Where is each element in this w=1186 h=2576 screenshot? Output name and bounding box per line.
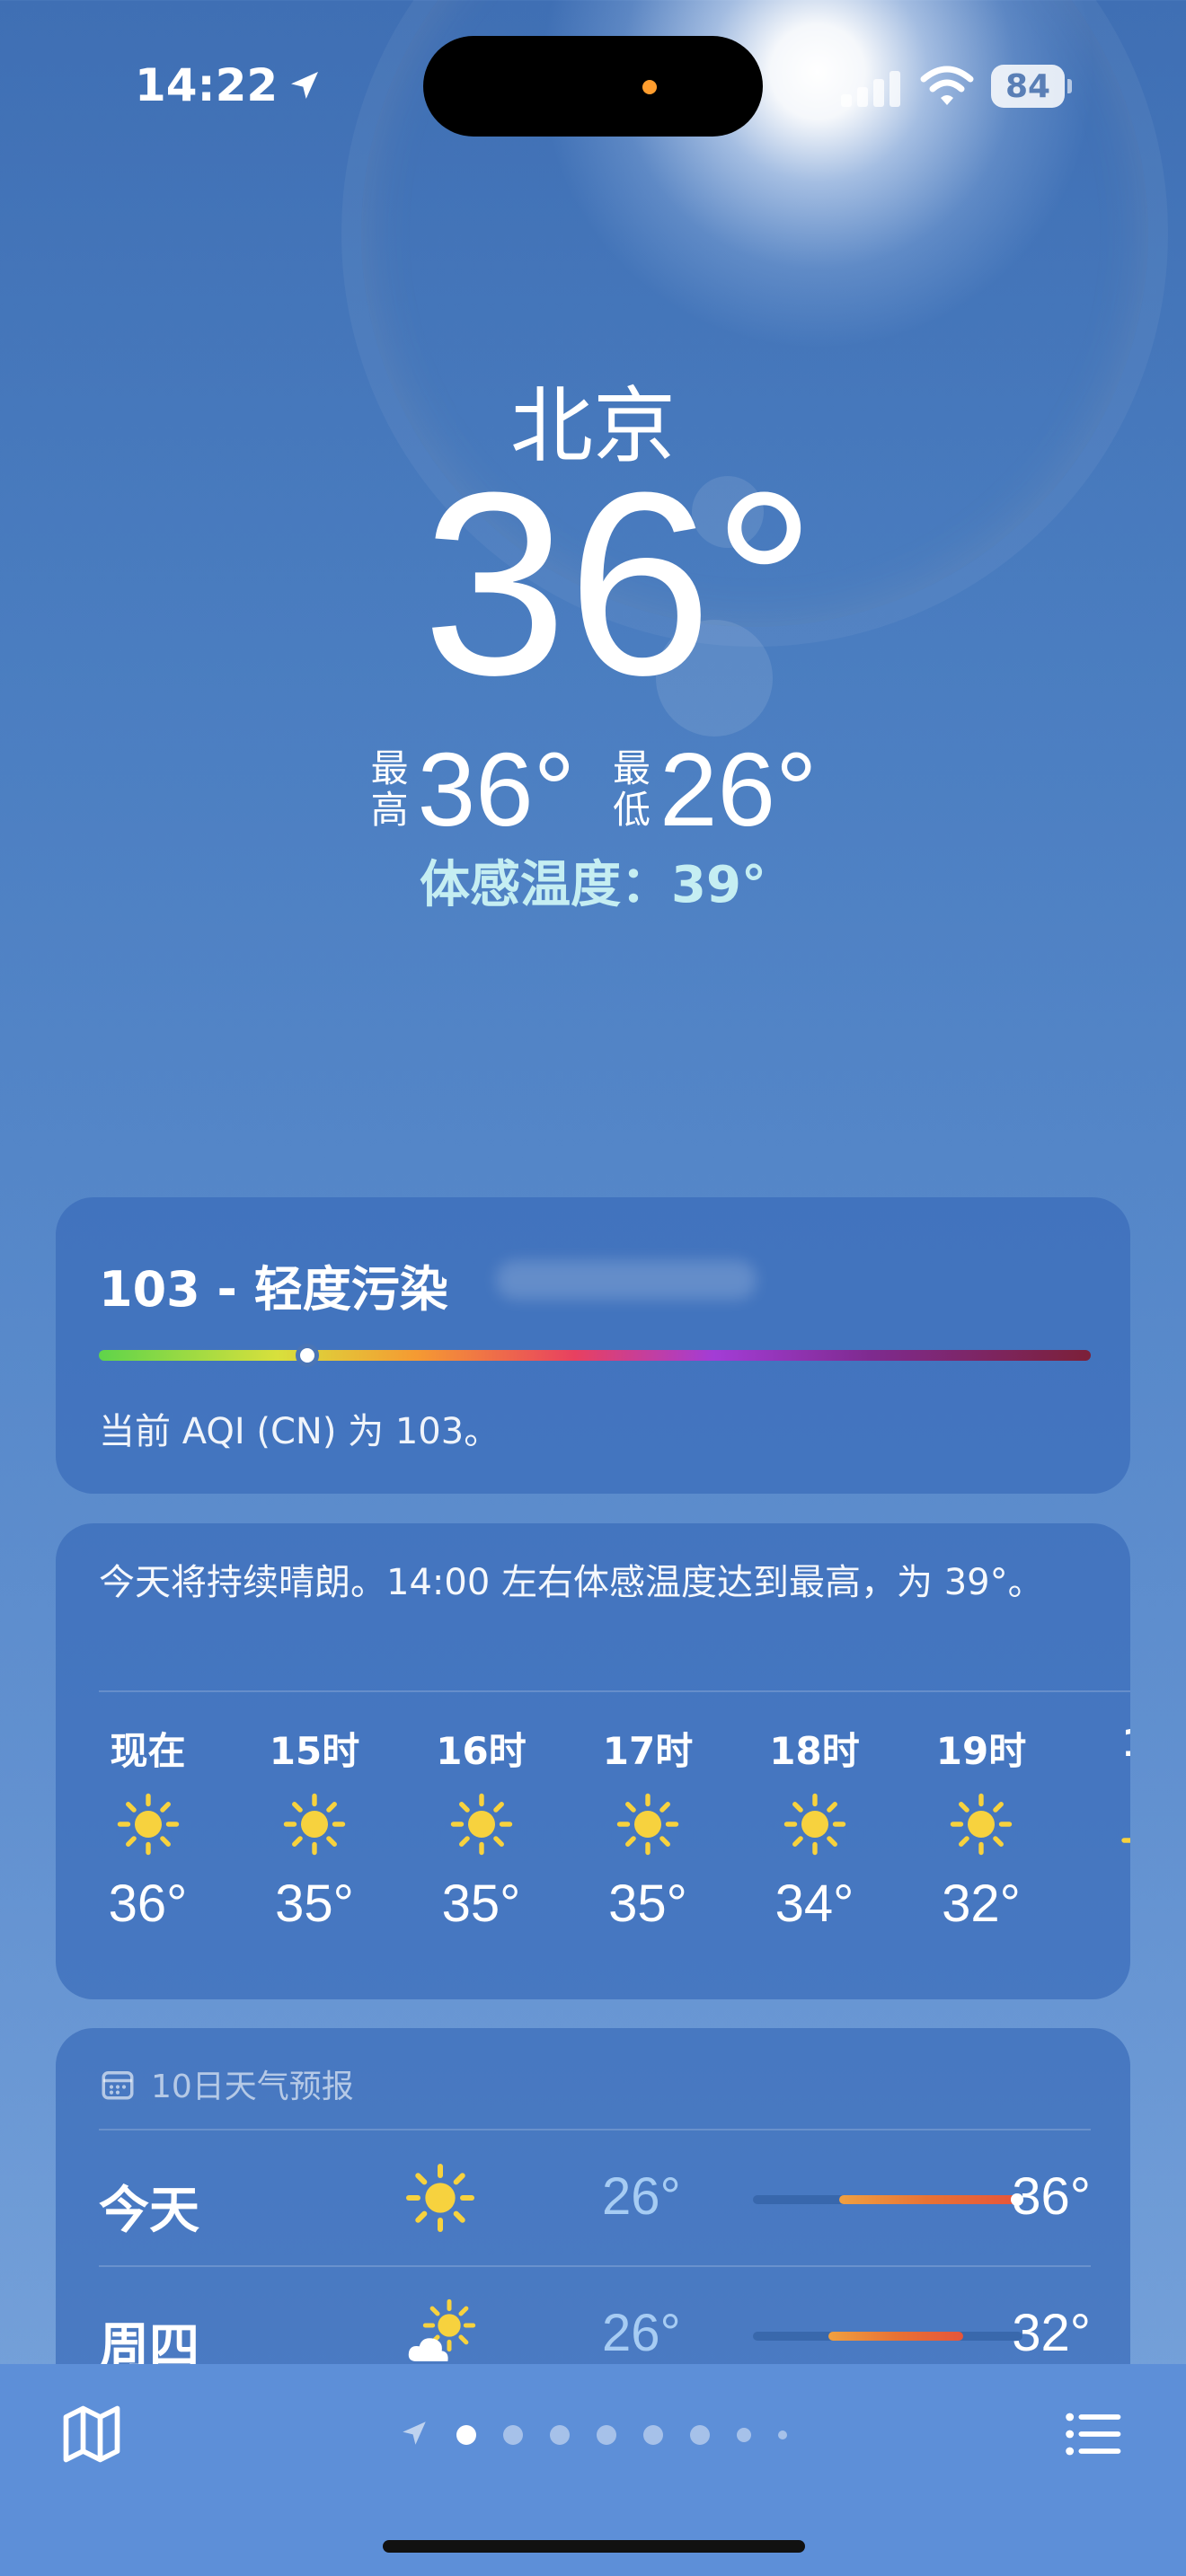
- temperature-range-bar: [753, 2193, 1023, 2206]
- temperature-range-fill: [828, 2332, 963, 2341]
- temperature-range-bar: [753, 2332, 1022, 2341]
- hour-temp: 36°: [108, 1875, 188, 1933]
- cellular-signal-icon: [841, 67, 900, 107]
- hour-icon: [65, 1775, 231, 1874]
- hourly-list[interactable]: 现在 36° 15时 35° 16时 35° 17时 35° 18时 34° 19时 32° 19 日: [99, 1721, 1130, 1981]
- hour-label: 现在: [110, 1729, 186, 1773]
- hour-label: 19: [1065, 1721, 1130, 1775]
- divider: [99, 1690, 1130, 1692]
- hour-temp: 35°: [275, 1875, 354, 1933]
- hour-item: 18时 34°: [731, 1721, 898, 1934]
- location-arrow-icon: [291, 72, 319, 99]
- hour-item: 17时 35°: [565, 1721, 731, 1934]
- air-quality-card[interactable]: 103 - 轻度污染 当前 AQI (CN) 为 103。: [56, 1197, 1130, 1494]
- city-list-icon[interactable]: [1058, 2400, 1127, 2468]
- calendar-icon: [102, 2071, 134, 2100]
- sun-icon: [117, 1793, 179, 1856]
- page-dot[interactable]: [778, 2430, 787, 2439]
- high-label: 最高: [370, 746, 409, 832]
- battery-tip: [1067, 79, 1072, 93]
- aqi-description: 当前 AQI (CN) 为 103。: [99, 1411, 500, 1452]
- sun-icon: [783, 1793, 845, 1856]
- current-temperature: 36°: [422, 438, 817, 729]
- low-label: 最低: [612, 746, 651, 832]
- aqi-blurred-source: [496, 1260, 757, 1300]
- hour-icon: [731, 1775, 898, 1874]
- page-dot[interactable]: [456, 2425, 476, 2445]
- hour-label: 15时: [269, 1729, 360, 1773]
- low-value: 26°: [659, 731, 818, 848]
- battery-icon: 84: [991, 65, 1072, 108]
- high-value: 36°: [417, 731, 575, 848]
- forecast-low: 26°: [602, 2304, 681, 2362]
- hour-item: 16时 35°: [398, 1721, 564, 1934]
- hour-icon: [1065, 1775, 1130, 1874]
- dynamic-island: [423, 36, 763, 137]
- forecast-day: 今天: [99, 2182, 199, 2240]
- page-indicator[interactable]: [359, 2413, 827, 2457]
- sun-icon: [406, 2164, 474, 2232]
- hour-temp: 日: [1065, 1874, 1130, 1949]
- hour-icon: [565, 1775, 731, 1874]
- hour-label: 17时: [602, 1729, 694, 1773]
- current-location-icon: [399, 2418, 429, 2452]
- status-bar: 14:22 84: [0, 0, 1186, 171]
- sun-icon: [950, 1793, 1013, 1856]
- page-dot[interactable]: [643, 2425, 663, 2445]
- hour-temp: 35°: [441, 1875, 521, 1933]
- aqi-title: 103 - 轻度污染: [99, 1261, 448, 1318]
- feels-like: 体感温度：39°: [420, 856, 766, 914]
- forecast-low: 26°: [602, 2167, 681, 2226]
- sun-icon: [450, 1793, 512, 1856]
- forecast-icon: [404, 2162, 476, 2234]
- aqi-scale-bar: [99, 1350, 1091, 1361]
- privacy-indicator-icon: [642, 80, 657, 94]
- hour-item: 15时 35°: [232, 1721, 398, 1934]
- forecast-header-label: 10日天气预报: [151, 2069, 354, 2105]
- home-indicator[interactable]: [383, 2540, 805, 2553]
- page-dot[interactable]: [597, 2425, 616, 2445]
- hour-label: 19时: [935, 1729, 1027, 1773]
- hourly-forecast-card[interactable]: 今天将持续晴朗。14:00 左右体感温度达到最高，为 39°。 现在 36° 15时…: [56, 1523, 1130, 1999]
- low-temp-group: 最低 26°: [611, 729, 817, 850]
- forecast-high: 36°: [1012, 2167, 1091, 2226]
- hour-item: 19 日: [1065, 1721, 1130, 1949]
- page-dot[interactable]: [690, 2425, 710, 2445]
- weather-summary: 今天将持续晴朗。14:00 左右体感温度达到最高，为 39°。: [99, 1562, 1044, 1603]
- forecast-header: 10日天气预报: [99, 2060, 354, 2107]
- high-low: 最高 36° 最低 26°: [0, 729, 1186, 850]
- page-dot[interactable]: [550, 2425, 570, 2445]
- hour-item: 19时 32°: [898, 1721, 1065, 1934]
- status-time-text: 14:22: [135, 59, 279, 111]
- map-icon[interactable]: [58, 2400, 126, 2468]
- temperature-range-fill: [839, 2195, 1017, 2204]
- sunset-icon: [1120, 1838, 1130, 1843]
- page-dot[interactable]: [503, 2425, 523, 2445]
- hour-label: 16时: [436, 1729, 527, 1773]
- status-time: 14:22: [135, 59, 323, 111]
- forecast-high: 32°: [1012, 2304, 1091, 2362]
- hour-icon: [398, 1775, 564, 1874]
- aqi-indicator: [295, 1344, 319, 1367]
- hour-icon: [898, 1775, 1065, 1874]
- hour-icon: [232, 1775, 398, 1874]
- battery-level: 84: [991, 65, 1065, 108]
- forecast-icon: [404, 2298, 476, 2370]
- high-temp-group: 最高 36°: [369, 729, 575, 850]
- sun-icon: [616, 1793, 679, 1856]
- partly-sunny-icon: [408, 2298, 476, 2361]
- hour-temp: 35°: [608, 1875, 687, 1933]
- forecast-row[interactable]: 今天 26° 36°: [99, 2130, 1091, 2267]
- sun-icon: [283, 1793, 346, 1856]
- page-dot[interactable]: [737, 2428, 751, 2442]
- hour-temp: 34°: [774, 1875, 854, 1933]
- hour-item: 现在 36°: [65, 1721, 231, 1934]
- hour-label: 18时: [769, 1729, 860, 1773]
- hour-temp: 32°: [942, 1875, 1021, 1933]
- wifi-icon: [920, 66, 974, 105]
